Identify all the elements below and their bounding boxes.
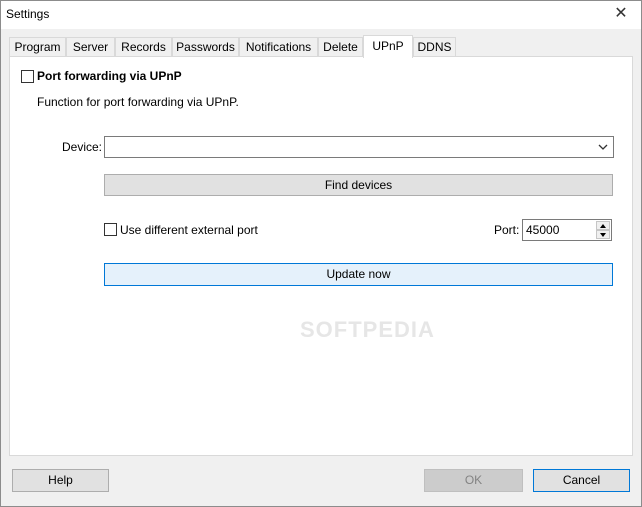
- tab-delete[interactable]: Delete: [318, 37, 363, 57]
- device-label: Device:: [62, 140, 103, 154]
- tab-notifications[interactable]: Notifications: [239, 37, 318, 57]
- port-stepper[interactable]: 45000: [522, 219, 612, 241]
- chevron-down-icon: [598, 144, 608, 150]
- tab-server[interactable]: Server: [66, 37, 115, 57]
- tab-upnp[interactable]: UPnP: [363, 35, 413, 58]
- spin-down-button[interactable]: [596, 230, 610, 239]
- settings-window: Settings ✕ Program Server Records Passwo…: [0, 0, 642, 507]
- port-spin-buttons: [596, 221, 610, 239]
- arrow-up-icon: [600, 224, 606, 228]
- update-now-button[interactable]: Update now: [104, 263, 613, 286]
- ok-button[interactable]: OK: [424, 469, 523, 492]
- port-forwarding-label: Port forwarding via UPnP: [37, 69, 182, 83]
- tab-program[interactable]: Program: [9, 37, 66, 57]
- external-port-checkbox[interactable]: [104, 223, 117, 236]
- cancel-button[interactable]: Cancel: [533, 469, 630, 492]
- tab-records[interactable]: Records: [115, 37, 172, 57]
- port-label: Port:: [494, 223, 520, 237]
- spin-up-button[interactable]: [596, 221, 610, 230]
- external-port-label: Use different external port: [120, 223, 258, 237]
- port-forwarding-checkbox[interactable]: [21, 70, 34, 83]
- upnp-panel: Port forwarding via UPnP Function for po…: [9, 56, 633, 456]
- tab-ddns[interactable]: DDNS: [413, 37, 456, 57]
- upnp-description: Function for port forwarding via UPnP.: [37, 95, 239, 109]
- window-title: Settings: [6, 7, 50, 21]
- watermark: SOFTPEDIA: [300, 317, 435, 342]
- tab-passwords[interactable]: Passwords: [172, 37, 239, 57]
- close-icon[interactable]: ✕: [611, 3, 631, 25]
- find-devices-button[interactable]: Find devices: [104, 174, 613, 196]
- title-bar: Settings ✕: [1, 1, 641, 29]
- help-button[interactable]: Help: [12, 469, 109, 492]
- device-dropdown[interactable]: [104, 136, 614, 158]
- port-value[interactable]: 45000: [526, 223, 559, 237]
- arrow-down-icon: [600, 233, 606, 237]
